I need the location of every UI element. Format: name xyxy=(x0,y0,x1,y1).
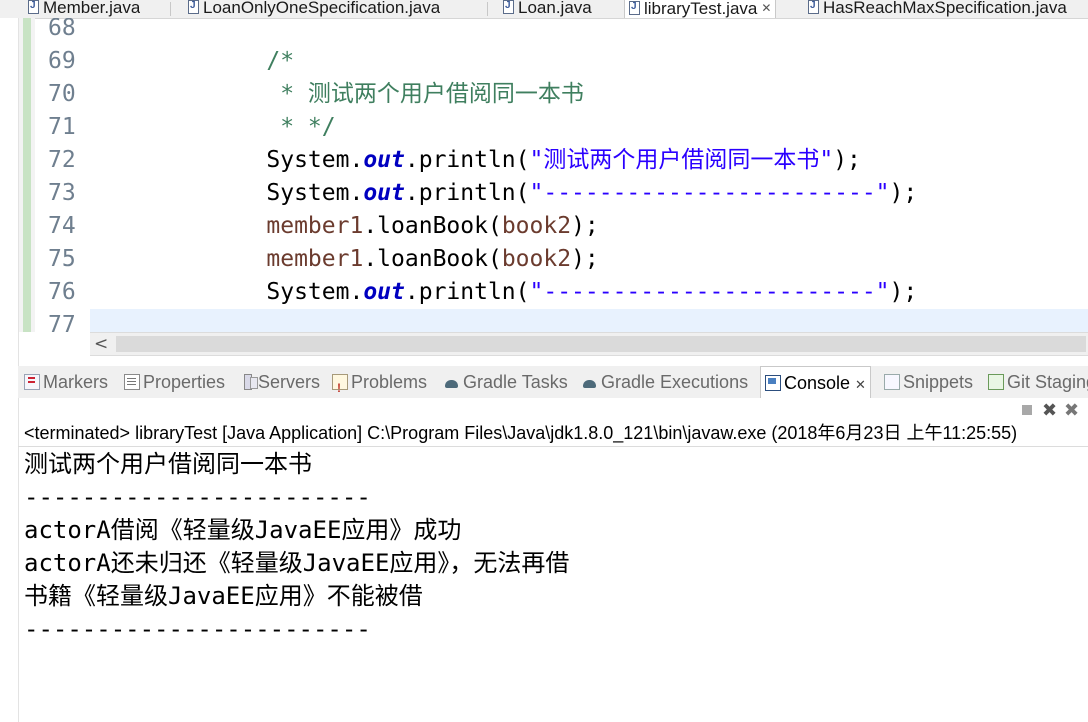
tab-divider xyxy=(487,2,488,16)
view-tab-strip: Markers Properties Servers Problems Grad… xyxy=(18,366,1088,398)
tab-label: libraryTest.java xyxy=(644,0,758,18)
git-staging-icon xyxy=(988,374,1004,390)
code-line: member1.loanBook(book2); xyxy=(90,177,1088,239)
java-file-icon xyxy=(503,0,514,14)
terminate-icon[interactable] xyxy=(1022,405,1032,415)
console-output[interactable]: 测试两个用户借阅同一本书 ------------------------ ac… xyxy=(24,448,1088,722)
editor-tab-member[interactable]: Member.java xyxy=(28,0,140,18)
code-line: * */ xyxy=(90,78,1088,140)
console-line: actorA借阅《轻量级JavaEE应用》成功 xyxy=(24,516,462,544)
tab-label: Member.java xyxy=(43,0,141,17)
tab-label: Git Staging xyxy=(1007,372,1088,392)
line-number: 77 xyxy=(48,312,76,332)
close-icon[interactable]: ✕ xyxy=(855,377,866,392)
tab-gradle-executions[interactable]: Gradle Executions xyxy=(582,366,748,398)
scroll-left-arrow[interactable]: < xyxy=(94,333,108,355)
tab-label: LoanOnlyOneSpecification.java xyxy=(203,0,441,17)
tab-servers[interactable]: Servers xyxy=(244,366,320,398)
code-line: System.out.println("--------------------… xyxy=(90,144,1088,206)
tab-markers[interactable]: Markers xyxy=(24,366,108,398)
line-number: 69 xyxy=(48,48,76,74)
tab-gradle-tasks[interactable]: Gradle Tasks xyxy=(444,366,568,398)
problems-icon xyxy=(332,372,348,398)
servers-icon xyxy=(244,374,258,390)
gradle-icon xyxy=(582,376,598,390)
code-line: member1.loanBook(book2); xyxy=(90,210,1088,272)
console-line: ------------------------ xyxy=(24,615,371,643)
editor-tab-loan-only-one[interactable]: LoanOnlyOneSpecification.java xyxy=(188,0,440,18)
java-file-icon xyxy=(808,0,819,14)
snippets-icon xyxy=(884,374,900,390)
console-toolbar: ✖ ✖ xyxy=(1008,400,1088,422)
editor-tab-has-reach-max[interactable]: HasReachMaxSpecification.java xyxy=(808,0,1067,18)
line-number-ruler: 68 69 70 71 72 73 74 75 76 77 xyxy=(36,18,90,332)
code-editor[interactable]: /* * 测试两个用户借阅同一本书 * */ System.out.printl… xyxy=(90,18,1088,332)
code-line: * 测试两个用户借阅同一本书 xyxy=(90,45,1088,107)
line-number: 75 xyxy=(48,246,76,272)
tab-label: Gradle Tasks xyxy=(463,372,568,392)
annotation-gutter xyxy=(19,18,35,332)
code-line: System.out.println("--------------------… xyxy=(90,243,1088,305)
tab-problems[interactable]: Problems xyxy=(332,366,427,398)
code-line: /* xyxy=(90,18,1088,74)
tab-label: Snippets xyxy=(903,372,974,392)
console-icon xyxy=(765,375,781,391)
tab-console[interactable]: Console ✕ xyxy=(760,366,871,398)
tab-git-staging[interactable]: Git Staging xyxy=(988,366,1088,398)
tab-label: Properties xyxy=(143,372,226,392)
scrollbar-thumb[interactable] xyxy=(116,336,1086,352)
line-number: 72 xyxy=(48,147,76,173)
code-line-current xyxy=(90,309,1088,332)
editor-tab-loan[interactable]: Loan.java xyxy=(503,0,592,18)
tab-label: Servers xyxy=(258,372,321,392)
java-file-icon xyxy=(629,0,640,15)
tab-label: Problems xyxy=(351,372,428,392)
markers-icon xyxy=(24,374,40,390)
tab-label: Loan.java xyxy=(518,0,592,17)
properties-icon xyxy=(124,374,140,390)
remove-all-terminated-icon[interactable]: ✖ xyxy=(1064,400,1079,421)
line-number: 71 xyxy=(48,114,76,140)
line-number: 68 xyxy=(48,18,76,41)
console-process-header: <terminated> libraryTest [Java Applicati… xyxy=(24,423,1018,443)
java-file-icon xyxy=(188,0,199,14)
tab-label: Console xyxy=(784,373,851,393)
line-number: 73 xyxy=(48,180,76,206)
tab-label: HasReachMaxSpecification.java xyxy=(823,0,1067,17)
java-file-icon xyxy=(28,0,39,14)
tab-snippets[interactable]: Snippets xyxy=(884,366,973,398)
gradle-icon xyxy=(444,376,460,390)
close-icon[interactable]: ✕ xyxy=(761,1,771,15)
console-line: ------------------------ xyxy=(24,483,371,511)
tab-label: Markers xyxy=(43,372,109,392)
tab-properties[interactable]: Properties xyxy=(124,366,225,398)
remove-launch-icon[interactable]: ✖ xyxy=(1042,400,1057,421)
divider xyxy=(18,446,1088,447)
editor-tab-strip: Member.java LoanOnlyOneSpecification.jav… xyxy=(0,0,1088,19)
change-marker-bar xyxy=(23,18,31,332)
line-number: 74 xyxy=(48,213,76,239)
console-line: 书籍《轻量级JavaEE应用》不能被借 xyxy=(24,582,423,610)
console-line: 测试两个用户借阅同一本书 xyxy=(24,450,312,478)
tab-label: Gradle Executions xyxy=(601,372,749,392)
tab-divider xyxy=(170,2,171,16)
left-frame xyxy=(0,18,19,722)
console-line: actorA还未归还《轻量级JavaEE应用》，无法再借 xyxy=(24,549,570,577)
horizontal-scrollbar[interactable]: < xyxy=(90,332,1088,356)
line-number: 70 xyxy=(48,81,76,107)
code-line: System.out.println("测试两个用户借阅同一本书"); xyxy=(90,111,1088,173)
editor-tab-librarytest[interactable]: libraryTest.java✕ xyxy=(624,0,777,18)
line-number: 76 xyxy=(48,279,76,305)
